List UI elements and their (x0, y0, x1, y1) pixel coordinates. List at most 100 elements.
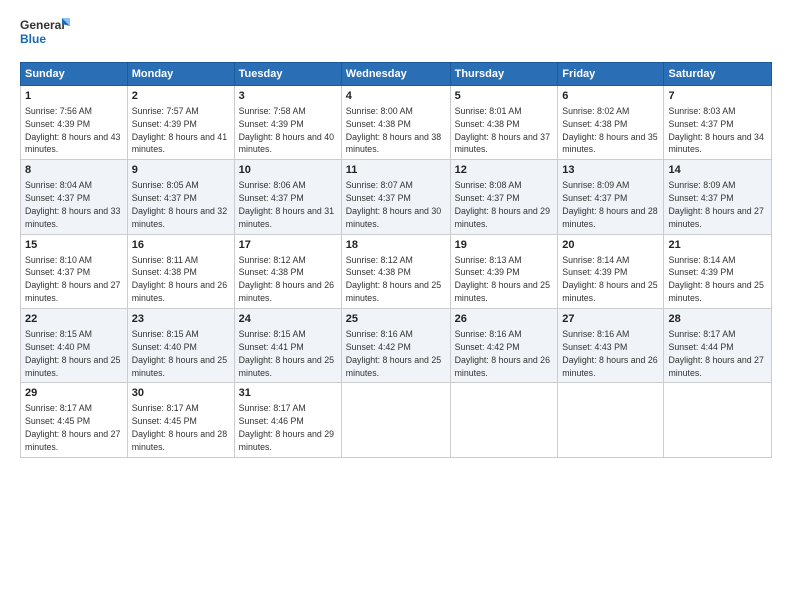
day-number: 31 (239, 386, 337, 401)
sunrise-text: Sunrise: 8:17 AM (132, 403, 199, 413)
daylight-text: Daylight: 8 hours and 29 minutes. (455, 206, 550, 229)
daylight-text: Daylight: 8 hours and 35 minutes. (562, 132, 657, 155)
daylight-text: Daylight: 8 hours and 25 minutes. (668, 280, 763, 303)
sunrise-text: Sunrise: 8:09 AM (562, 180, 629, 190)
day-cell: 15 Sunrise: 8:10 AM Sunset: 4:37 PM Dayl… (21, 234, 128, 308)
sunrise-text: Sunrise: 8:17 AM (239, 403, 306, 413)
sunset-text: Sunset: 4:38 PM (132, 267, 197, 277)
sunset-text: Sunset: 4:42 PM (346, 342, 411, 352)
sunset-text: Sunset: 4:38 PM (239, 267, 304, 277)
day-cell: 31 Sunrise: 8:17 AM Sunset: 4:46 PM Dayl… (234, 383, 341, 457)
day-number: 25 (346, 312, 446, 327)
day-cell: 3 Sunrise: 7:58 AM Sunset: 4:39 PM Dayli… (234, 86, 341, 160)
daylight-text: Daylight: 8 hours and 43 minutes. (25, 132, 120, 155)
day-cell: 6 Sunrise: 8:02 AM Sunset: 4:38 PM Dayli… (558, 86, 664, 160)
day-cell: 17 Sunrise: 8:12 AM Sunset: 4:38 PM Dayl… (234, 234, 341, 308)
logo: General Blue (20, 16, 70, 52)
daylight-text: Daylight: 8 hours and 40 minutes. (239, 132, 334, 155)
day-cell: 12 Sunrise: 8:08 AM Sunset: 4:37 PM Dayl… (450, 160, 558, 234)
day-number: 1 (25, 89, 123, 104)
day-cell: 26 Sunrise: 8:16 AM Sunset: 4:42 PM Dayl… (450, 309, 558, 383)
day-cell: 23 Sunrise: 8:15 AM Sunset: 4:40 PM Dayl… (127, 309, 234, 383)
sunset-text: Sunset: 4:46 PM (239, 416, 304, 426)
day-number: 11 (346, 163, 446, 178)
sunset-text: Sunset: 4:38 PM (346, 119, 411, 129)
sunset-text: Sunset: 4:39 PM (25, 119, 90, 129)
daylight-text: Daylight: 8 hours and 26 minutes. (239, 280, 334, 303)
week-row-2: 8 Sunrise: 8:04 AM Sunset: 4:37 PM Dayli… (21, 160, 772, 234)
daylight-text: Daylight: 8 hours and 27 minutes. (25, 429, 120, 452)
col-header-wednesday: Wednesday (341, 63, 450, 86)
col-header-saturday: Saturday (664, 63, 772, 86)
sunrise-text: Sunrise: 8:16 AM (455, 329, 522, 339)
sunset-text: Sunset: 4:37 PM (25, 267, 90, 277)
day-cell: 21 Sunrise: 8:14 AM Sunset: 4:39 PM Dayl… (664, 234, 772, 308)
sunset-text: Sunset: 4:37 PM (132, 193, 197, 203)
sunset-text: Sunset: 4:45 PM (132, 416, 197, 426)
svg-text:General: General (20, 18, 65, 32)
day-number: 19 (455, 238, 554, 253)
sunset-text: Sunset: 4:44 PM (668, 342, 733, 352)
day-number: 18 (346, 238, 446, 253)
daylight-text: Daylight: 8 hours and 41 minutes. (132, 132, 227, 155)
sunset-text: Sunset: 4:37 PM (668, 193, 733, 203)
sunrise-text: Sunrise: 8:05 AM (132, 180, 199, 190)
header-row: SundayMondayTuesdayWednesdayThursdayFrid… (21, 63, 772, 86)
day-number: 20 (562, 238, 659, 253)
week-row-5: 29 Sunrise: 8:17 AM Sunset: 4:45 PM Dayl… (21, 383, 772, 457)
sunset-text: Sunset: 4:38 PM (455, 119, 520, 129)
day-cell: 24 Sunrise: 8:15 AM Sunset: 4:41 PM Dayl… (234, 309, 341, 383)
day-cell: 27 Sunrise: 8:16 AM Sunset: 4:43 PM Dayl… (558, 309, 664, 383)
sunrise-text: Sunrise: 8:06 AM (239, 180, 306, 190)
sunset-text: Sunset: 4:37 PM (346, 193, 411, 203)
sunrise-text: Sunrise: 8:15 AM (239, 329, 306, 339)
day-cell: 16 Sunrise: 8:11 AM Sunset: 4:38 PM Dayl… (127, 234, 234, 308)
sunrise-text: Sunrise: 8:03 AM (668, 106, 735, 116)
day-number: 2 (132, 89, 230, 104)
day-number: 4 (346, 89, 446, 104)
sunset-text: Sunset: 4:39 PM (132, 119, 197, 129)
sunset-text: Sunset: 4:39 PM (562, 267, 627, 277)
daylight-text: Daylight: 8 hours and 26 minutes. (562, 355, 657, 378)
day-number: 16 (132, 238, 230, 253)
day-cell: 7 Sunrise: 8:03 AM Sunset: 4:37 PM Dayli… (664, 86, 772, 160)
day-cell: 22 Sunrise: 8:15 AM Sunset: 4:40 PM Dayl… (21, 309, 128, 383)
day-cell: 13 Sunrise: 8:09 AM Sunset: 4:37 PM Dayl… (558, 160, 664, 234)
sunset-text: Sunset: 4:39 PM (455, 267, 520, 277)
sunrise-text: Sunrise: 8:12 AM (239, 255, 306, 265)
sunrise-text: Sunrise: 8:04 AM (25, 180, 92, 190)
daylight-text: Daylight: 8 hours and 37 minutes. (455, 132, 550, 155)
sunset-text: Sunset: 4:37 PM (25, 193, 90, 203)
sunset-text: Sunset: 4:42 PM (455, 342, 520, 352)
day-number: 6 (562, 89, 659, 104)
sunrise-text: Sunrise: 8:07 AM (346, 180, 413, 190)
daylight-text: Daylight: 8 hours and 31 minutes. (239, 206, 334, 229)
sunrise-text: Sunrise: 8:17 AM (668, 329, 735, 339)
sunrise-text: Sunrise: 8:16 AM (346, 329, 413, 339)
day-number: 7 (668, 89, 767, 104)
col-header-sunday: Sunday (21, 63, 128, 86)
sunrise-text: Sunrise: 7:58 AM (239, 106, 306, 116)
daylight-text: Daylight: 8 hours and 32 minutes. (132, 206, 227, 229)
sunrise-text: Sunrise: 8:01 AM (455, 106, 522, 116)
daylight-text: Daylight: 8 hours and 27 minutes. (25, 280, 120, 303)
day-cell: 4 Sunrise: 8:00 AM Sunset: 4:38 PM Dayli… (341, 86, 450, 160)
sunset-text: Sunset: 4:43 PM (562, 342, 627, 352)
daylight-text: Daylight: 8 hours and 26 minutes. (455, 355, 550, 378)
sunset-text: Sunset: 4:41 PM (239, 342, 304, 352)
header: General Blue (20, 16, 772, 52)
day-cell: 19 Sunrise: 8:13 AM Sunset: 4:39 PM Dayl… (450, 234, 558, 308)
daylight-text: Daylight: 8 hours and 28 minutes. (562, 206, 657, 229)
day-number: 5 (455, 89, 554, 104)
daylight-text: Daylight: 8 hours and 27 minutes. (668, 355, 763, 378)
day-number: 3 (239, 89, 337, 104)
sunset-text: Sunset: 4:45 PM (25, 416, 90, 426)
sunset-text: Sunset: 4:39 PM (668, 267, 733, 277)
sunrise-text: Sunrise: 8:02 AM (562, 106, 629, 116)
sunrise-text: Sunrise: 8:16 AM (562, 329, 629, 339)
sunrise-text: Sunrise: 8:14 AM (562, 255, 629, 265)
day-number: 29 (25, 386, 123, 401)
day-cell: 2 Sunrise: 7:57 AM Sunset: 4:39 PM Dayli… (127, 86, 234, 160)
sunset-text: Sunset: 4:39 PM (239, 119, 304, 129)
sunset-text: Sunset: 4:37 PM (562, 193, 627, 203)
